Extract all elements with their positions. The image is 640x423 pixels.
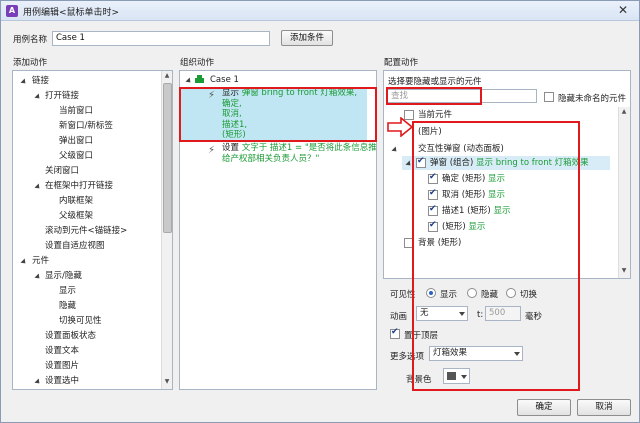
add-condition-button[interactable]: 添加条件 [281,30,333,46]
case-name-label: 用例名称 [13,35,48,45]
tree-item-set-image[interactable]: 设置图片 [45,359,79,373]
left-scrollbar[interactable]: ▲ ▼ [161,71,172,389]
cancel-button[interactable]: 取消 [577,399,631,416]
collapse-icon[interactable] [185,77,193,85]
scroll-thumb[interactable] [163,83,172,233]
organize-actions-heading: 组织动作 [180,58,215,68]
scroll-down-icon[interactable]: ▼ [619,267,629,275]
hide-unnamed-label: 隐藏未命名的元件 [558,94,627,104]
tree-item-open-link[interactable]: 打开链接 [45,89,79,103]
scroll-up-icon[interactable]: ▲ [619,108,629,116]
tree-item-current-window[interactable]: 当前窗口 [59,104,93,118]
collapse-icon[interactable] [34,93,42,101]
tree-item-widgets[interactable]: 元件 [32,254,49,268]
collapse-icon[interactable] [391,146,399,154]
use-case-editor-dialog: A 用例编辑<鼠标单击时> ✕ 用例名称 Case 1 添加条件 添加动作 链接… [0,0,640,423]
lightning-icon: ⚡ [208,145,216,156]
tree-item-show[interactable]: 显示 [59,284,76,298]
current-widget-label: 当前元件 [418,110,453,120]
close-icon[interactable]: ✕ [615,3,631,18]
title-bar: A 用例编辑<鼠标单击时> ✕ [1,1,639,21]
case-name-input[interactable]: Case 1 [52,31,270,46]
hide-unnamed-checkbox[interactable] [544,92,554,102]
animation-label: 动画 [390,312,408,322]
tree-item-show-hide[interactable]: 显示/隐藏 [45,269,82,283]
tree-item-parent-window[interactable]: 父级窗口 [59,149,93,163]
scroll-down-icon[interactable]: ▼ [162,378,172,386]
tree-item-popup-window[interactable]: 弹出窗口 [59,134,93,148]
expand-icon[interactable] [34,378,42,386]
scroll-up-icon[interactable]: ▲ [162,72,172,80]
bring-to-front-checkbox[interactable] [390,327,400,339]
collapse-icon[interactable] [20,78,28,86]
highlight-red-box-action [179,87,377,142]
highlight-red-box-config [412,121,580,391]
axure-app-icon: A [6,5,18,17]
collapse-icon[interactable] [34,273,42,281]
tree-item-parent-frame[interactable]: 父级框架 [59,209,93,223]
highlight-red-box-search [386,87,482,105]
tree-item-set-panel-state[interactable]: 设置面板状态 [45,329,96,343]
window-title: 用例编辑<鼠标单击时> [23,8,120,18]
tree-item-link[interactable]: 链接 [32,74,49,88]
action-set-verb: 设置 [222,143,240,153]
tree-item-set-adaptive-view[interactable]: 设置自适应视图 [45,239,105,253]
action-library-tree: 链接 打开链接 当前窗口 新窗口/新标签 弹出窗口 父级窗口 关闭窗口 在框架中… [12,70,173,390]
case-label[interactable]: Case 1 [210,73,239,87]
tree-item-hide[interactable]: 隐藏 [59,299,76,313]
select-widgets-label: 选择要隐藏或显示的元件 [388,77,482,87]
configure-action-heading: 配置动作 [384,58,419,68]
add-action-heading: 添加动作 [13,58,48,68]
red-arrow-icon [387,116,414,140]
tree-item-inline-frame[interactable]: 内联框架 [59,194,93,208]
ok-button[interactable]: 确定 [517,399,571,416]
tree-item-close-window[interactable]: 关闭窗口 [45,164,79,178]
action-set-line-2: 给产权部相关负责人员？" [222,154,320,164]
collapse-icon[interactable] [20,258,28,266]
tree-item-new-window[interactable]: 新窗口/新标签 [59,119,113,133]
tree-item-set-selected[interactable]: 设置选中 [45,374,79,388]
collapse-icon[interactable] [34,183,42,191]
tree-item-open-in-frame[interactable]: 在框架中打开链接 [45,179,113,193]
tree-item-set-text[interactable]: 设置文本 [45,344,79,358]
action-set-line-1: 文字于 描述1 = "是否将此条信息推送 [241,143,377,153]
case-icon [195,75,204,83]
right-scrollbar[interactable]: ▲ ▼ [618,107,630,278]
tree-item-scroll-to-widget[interactable]: 滚动到元件<锚链接> [45,224,127,238]
tree-item-toggle-visibility[interactable]: 切换可见性 [59,314,102,328]
